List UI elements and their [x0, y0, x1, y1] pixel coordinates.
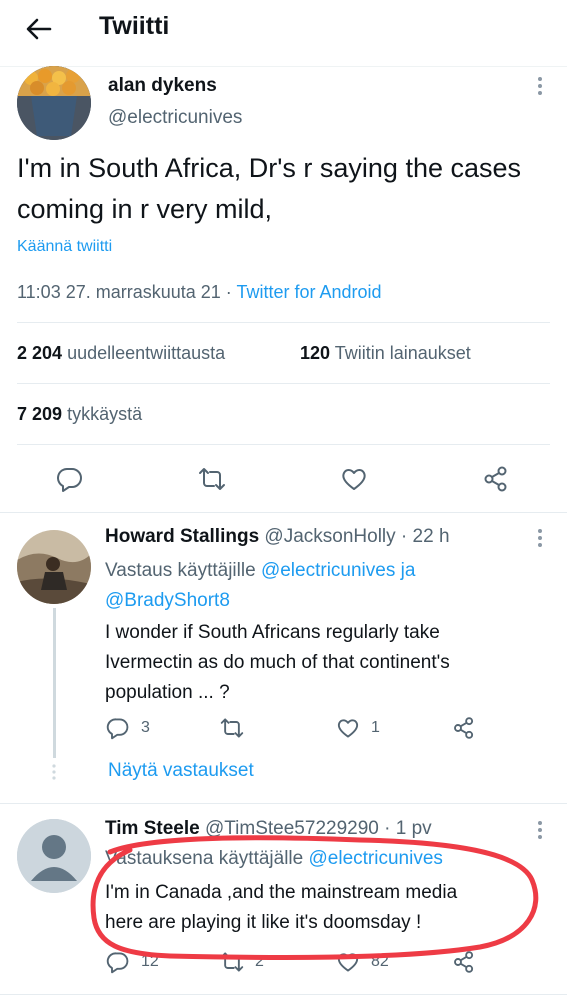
reply-prefix: Vastauksena käyttäjälle	[105, 848, 309, 869]
share-icon[interactable]	[452, 950, 476, 974]
tweet-source-link[interactable]: Twitter for Android	[236, 282, 381, 302]
top-bar: Twiitti	[0, 0, 567, 67]
reply-icon[interactable]	[56, 465, 84, 493]
divider	[0, 994, 567, 995]
reply-time: · 1 pv	[378, 818, 432, 839]
retweets-label: uudelleentwiittausta	[67, 343, 226, 363]
divider	[17, 383, 550, 384]
retweet-icon[interactable]	[220, 950, 244, 974]
author-name[interactable]: alan dykens	[108, 75, 217, 97]
tweet-timestamp: 11:03 27. marraskuuta 21 ·	[17, 282, 237, 302]
retweets-count: 2 204	[17, 343, 63, 363]
reply-context: Vastauksena käyttäjälle @electricunives	[105, 848, 443, 870]
quotes-stat[interactable]: 120 Twiitin lainaukset	[300, 343, 471, 364]
quotes-count: 120	[300, 343, 331, 363]
mention-link[interactable]: @electricunives	[261, 560, 395, 581]
author-avatar[interactable]	[17, 66, 91, 140]
reply-text-line: here are playing it like it's doomsday !	[105, 912, 422, 933]
divider	[17, 444, 550, 445]
more-options-icon[interactable]	[530, 528, 550, 548]
reply-count: 12	[141, 953, 159, 970]
heart-icon[interactable]	[336, 716, 360, 740]
author-handle[interactable]: @electricunives	[108, 107, 242, 129]
mention-link[interactable]: @BradyShort8	[105, 590, 230, 611]
divider	[17, 322, 550, 323]
reply-author-handle[interactable]: @TimStee57229290	[205, 818, 379, 839]
like-count: 82	[371, 953, 389, 970]
show-replies-link[interactable]: Näytä vastaukset	[108, 760, 254, 782]
reply-icon[interactable]	[106, 716, 130, 740]
reply-header: Tim Steele @TimStee57229290 · 1 pv	[105, 818, 432, 840]
translate-link[interactable]: Käännä twiitti	[17, 238, 112, 256]
reply-and: ja	[395, 560, 416, 581]
thread-line	[53, 608, 56, 758]
mention-link[interactable]: @electricunives	[309, 848, 443, 869]
heart-icon[interactable]	[336, 950, 360, 974]
reply-text-line: population ... ?	[105, 682, 230, 703]
reply-text-line: I wonder if South Africans regularly tak…	[105, 622, 440, 643]
reply-author-handle[interactable]: @JacksonHolly	[264, 526, 395, 547]
heart-icon[interactable]	[340, 465, 368, 493]
retweet-icon[interactable]	[220, 716, 244, 740]
retweet-icon[interactable]	[198, 465, 226, 493]
reply-icon[interactable]	[106, 950, 130, 974]
reply-header: Howard Stallings @JacksonHolly · 22 h	[105, 526, 450, 548]
retweets-stat[interactable]: 2 204 uudelleentwiittausta	[17, 343, 225, 364]
reply-author-name[interactable]: Tim Steele	[105, 818, 200, 839]
tweet-text: I'm in South Africa, Dr's r saying the c…	[17, 153, 522, 224]
reply-count: 3	[141, 719, 150, 736]
divider	[0, 512, 567, 513]
more-options-icon[interactable]	[530, 76, 550, 96]
likes-stat[interactable]: 7 209 tykkäystä	[17, 404, 142, 425]
divider	[0, 803, 567, 804]
reply-time: · 22 h	[395, 526, 450, 547]
likes-count: 7 209	[17, 404, 63, 424]
reply-avatar[interactable]	[17, 530, 91, 604]
quotes-label: Twiitin lainaukset	[334, 343, 471, 363]
reply-text-line: Ivermectin as do much of that continent'…	[105, 652, 450, 673]
reply-prefix: Vastaus käyttäjille	[105, 560, 261, 581]
retweet-count: 2	[255, 953, 264, 970]
reply-text: I'm in Canada ,and the mainstream media …	[105, 878, 457, 938]
share-icon[interactable]	[452, 716, 476, 740]
like-count: 1	[371, 719, 380, 736]
tweet-meta: 11:03 27. marraskuuta 21 · Twitter for A…	[17, 282, 382, 303]
likes-label: tykkäystä	[67, 404, 143, 424]
thread-dots	[51, 764, 57, 780]
default-avatar[interactable]	[17, 819, 91, 893]
page-title: Twiitti	[99, 12, 170, 40]
reply-text: I wonder if South Africans regularly tak…	[105, 618, 450, 708]
reply-author-name[interactable]: Howard Stallings	[105, 526, 259, 547]
reply-text-line: I'm in Canada ,and the mainstream media	[105, 882, 458, 903]
more-options-icon[interactable]	[530, 820, 550, 840]
arrow-left-icon[interactable]	[22, 12, 56, 46]
share-icon[interactable]	[482, 465, 510, 493]
reply-context: Vastaus käyttäjille @electricunives ja @…	[105, 556, 535, 616]
